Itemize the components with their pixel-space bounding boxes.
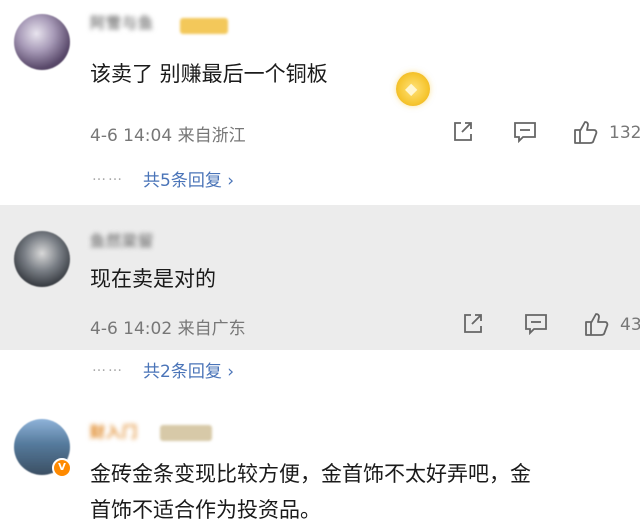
view-replies-link[interactable]: 共2条回复 › — [143, 357, 234, 382]
view-replies-link[interactable]: 共5条回复 › — [143, 166, 234, 191]
verified-badge-icon: V — [52, 458, 72, 478]
share-icon[interactable] — [452, 121, 474, 143]
like-icon[interactable] — [584, 311, 610, 337]
like-icon[interactable] — [573, 119, 599, 145]
user-badge — [160, 425, 212, 441]
user-badge — [180, 18, 228, 34]
comment-meta: 4-6 14:04 来自浙江 — [90, 121, 246, 146]
comment-meta: 4-6 14:02 来自广东 — [90, 314, 246, 339]
chevron-right-icon: › — [227, 362, 235, 382]
like-count: 43 — [620, 315, 640, 335]
comment-time: 4-6 14:04 — [90, 126, 173, 146]
avatar[interactable] — [14, 231, 70, 287]
gold-medal-icon: ◆ — [396, 72, 430, 106]
comment-text: 现在卖是对的 — [90, 267, 216, 291]
comment-location: 来自浙江 — [177, 126, 246, 146]
comment-text-line: 金砖金条变现比较方便，金首饰不太好弄吧，金 — [90, 462, 531, 486]
comment-text: 该卖了 别赚最后一个铜板 — [90, 62, 328, 86]
username[interactable]: 鱼然梁留 — [90, 230, 154, 251]
comment-location: 来自广东 — [177, 319, 246, 339]
reply-dots: …… — [92, 168, 124, 184]
chevron-right-icon: › — [227, 171, 235, 191]
avatar[interactable] — [14, 14, 70, 70]
replies-label: 共2条回复 — [143, 362, 222, 382]
comment-text-line: 首饰不适合作为投资品。 — [90, 498, 321, 522]
comment-icon[interactable] — [513, 121, 537, 143]
comment-text: 金砖金条变现比较方便，金首饰不太好弄吧，金 首饰不适合作为投资品。 — [90, 456, 630, 528]
comment-time: 4-6 14:02 — [90, 319, 173, 339]
like-count: 132 — [609, 123, 640, 143]
comment-icon[interactable] — [524, 313, 548, 335]
username[interactable]: 阿雪与鱼 — [90, 12, 154, 33]
username[interactable]: 财入门 — [90, 421, 138, 442]
replies-label: 共5条回复 — [143, 171, 222, 191]
reply-dots: …… — [92, 359, 124, 375]
share-icon[interactable] — [462, 313, 484, 335]
